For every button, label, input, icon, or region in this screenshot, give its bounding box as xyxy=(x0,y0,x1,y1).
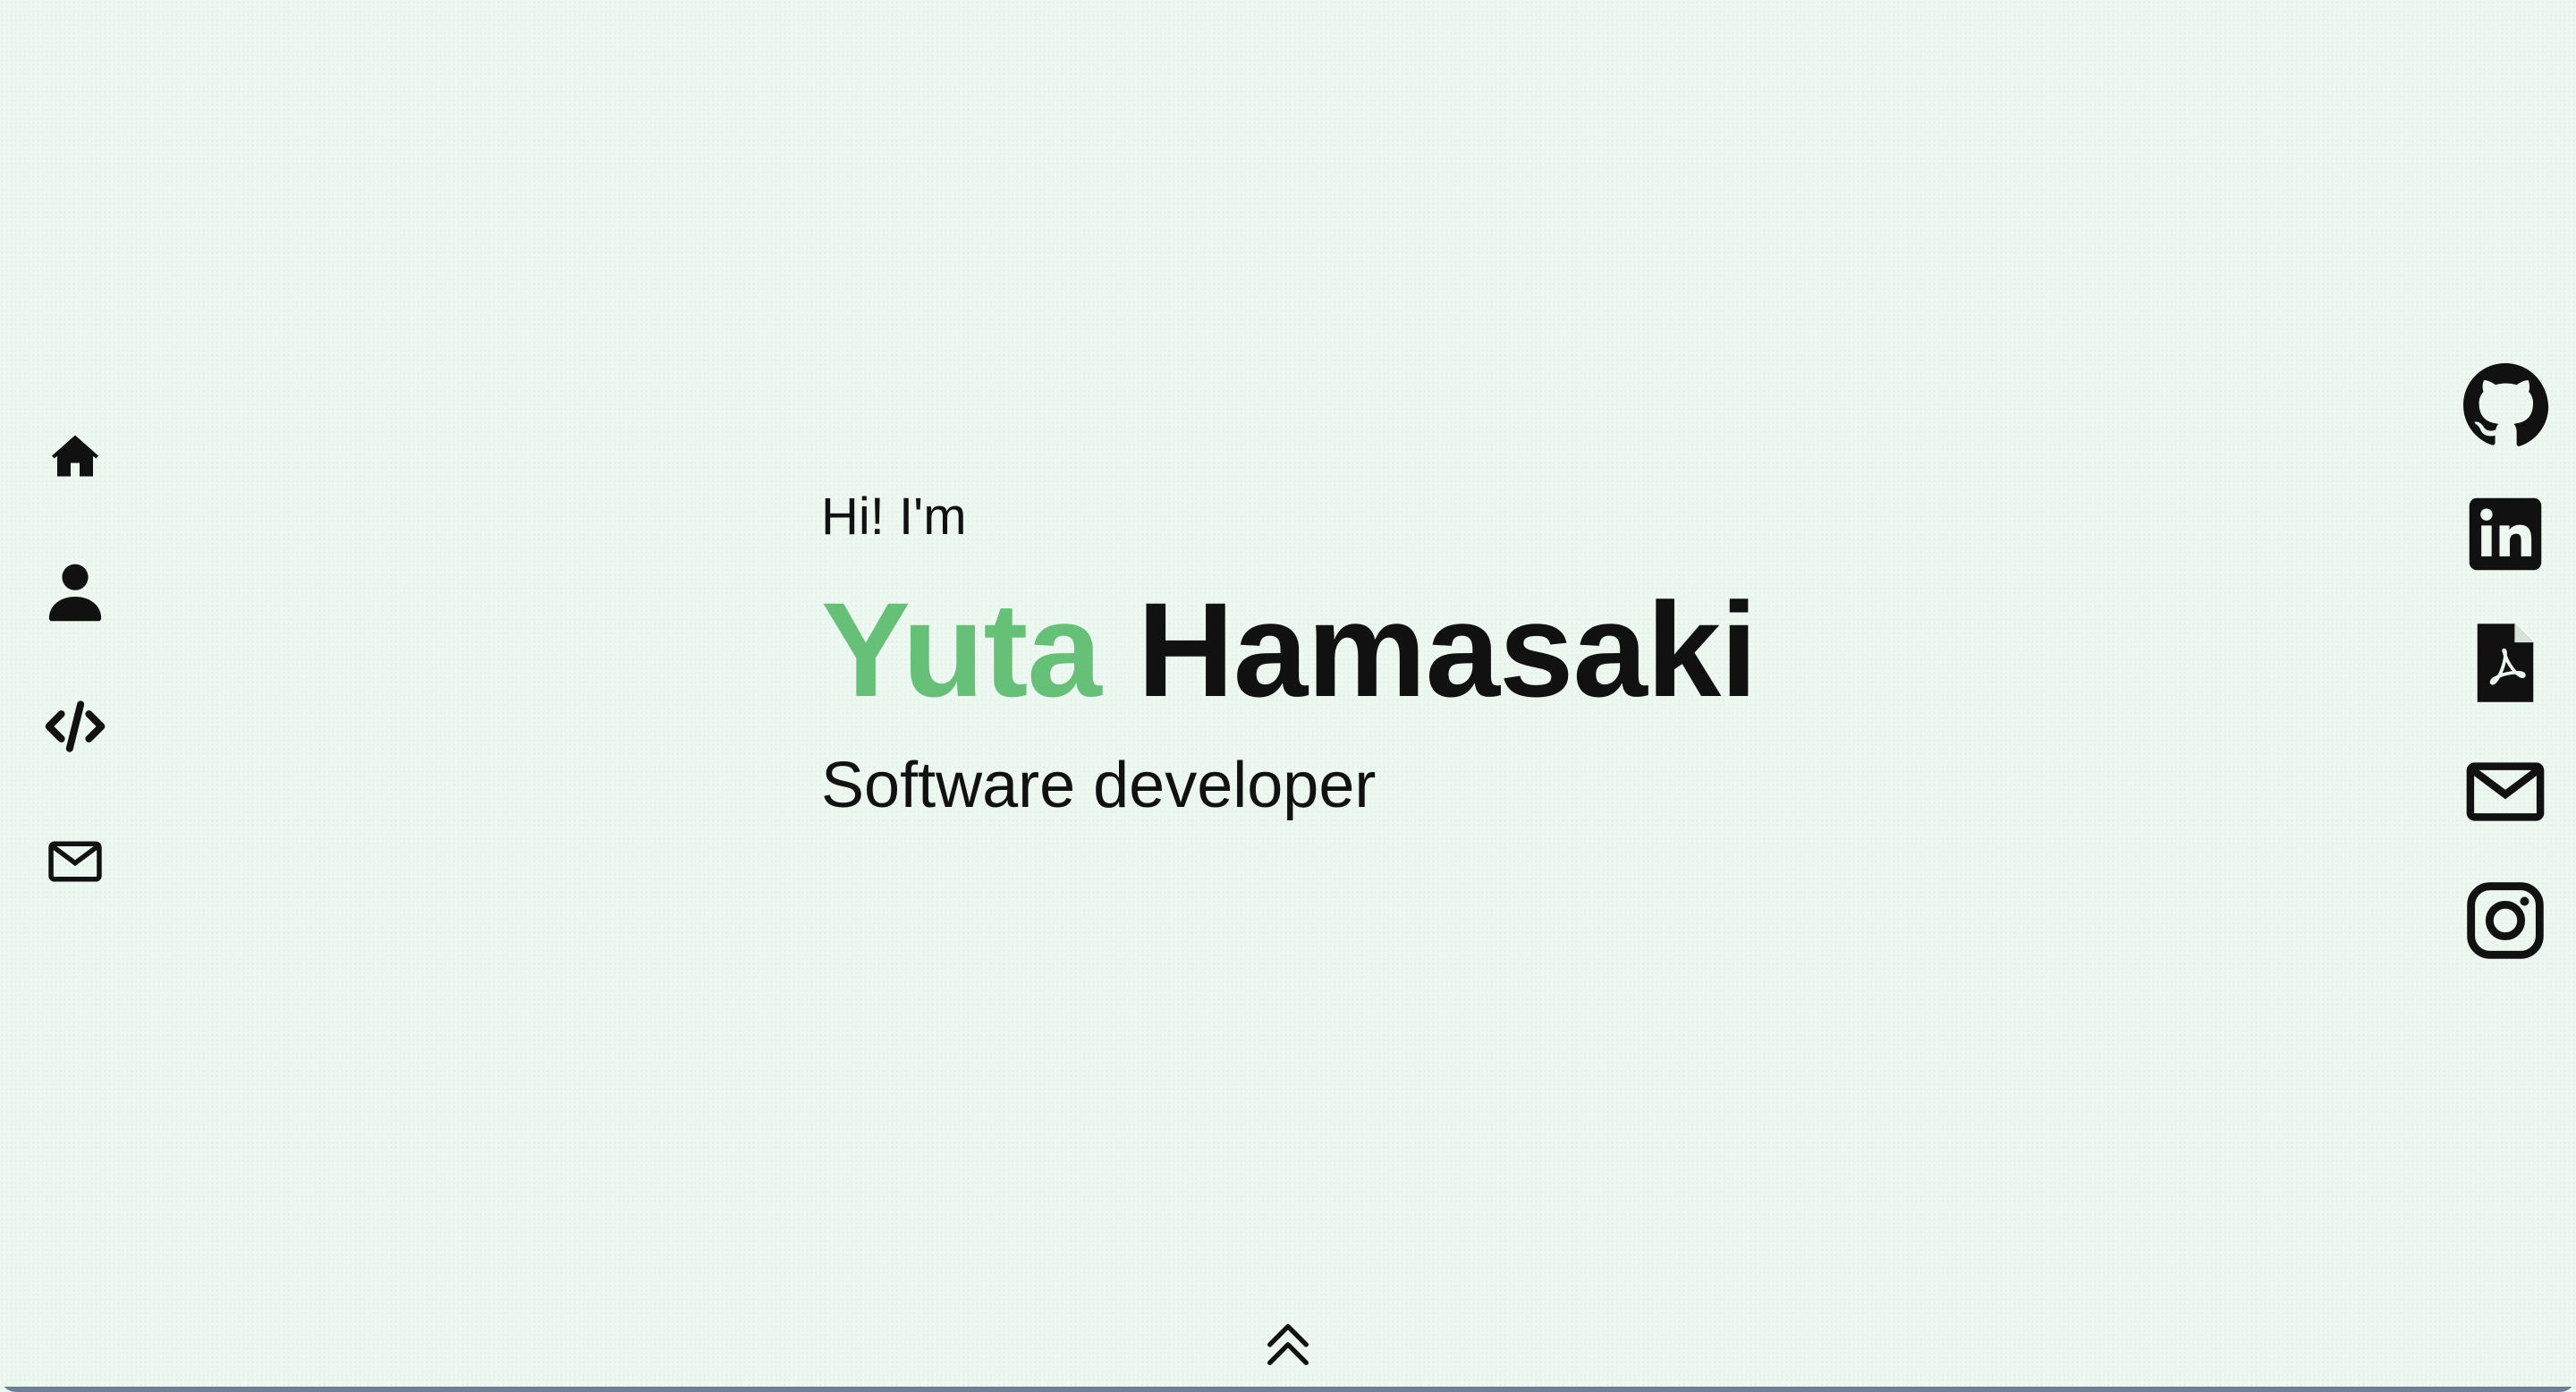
window-bottom-edge xyxy=(0,1387,2576,1392)
nav-home[interactable] xyxy=(39,420,111,492)
nav-projects[interactable] xyxy=(39,691,111,762)
double-chevron-up-icon xyxy=(1267,1324,1309,1365)
page: Hi! I'm Yuta Hamasaki Software developer xyxy=(0,0,2576,1392)
hero-name: Yuta Hamasaki xyxy=(821,560,1758,739)
side-nav xyxy=(39,420,111,961)
instagram-icon xyxy=(2467,882,2544,959)
pdf-file-icon xyxy=(2477,624,2534,702)
mail-icon xyxy=(48,841,102,882)
social-links xyxy=(2456,356,2555,1000)
nav-about[interactable] xyxy=(39,556,111,627)
first-name: Yuta xyxy=(821,574,1102,725)
linkedin-icon xyxy=(2469,497,2542,571)
last-name: Hamasaki xyxy=(1137,574,1757,725)
greeting-text: Hi! I'm xyxy=(821,488,967,546)
github-icon xyxy=(2463,363,2549,446)
role-text: Software developer xyxy=(821,750,1377,821)
github-link[interactable] xyxy=(2456,356,2555,454)
person-icon xyxy=(48,564,102,622)
instagram-link[interactable] xyxy=(2456,871,2555,970)
hero: Hi! I'm Yuta Hamasaki Software developer xyxy=(821,474,1758,828)
resume-link[interactable] xyxy=(2456,614,2555,712)
linkedin-link[interactable] xyxy=(2456,485,2555,583)
mail-icon xyxy=(2466,762,2545,821)
email-link[interactable] xyxy=(2456,743,2555,841)
code-icon xyxy=(45,700,106,752)
scroll-up-button[interactable] xyxy=(1261,1313,1315,1376)
home-icon xyxy=(52,435,98,477)
nav-contact[interactable] xyxy=(39,826,111,897)
